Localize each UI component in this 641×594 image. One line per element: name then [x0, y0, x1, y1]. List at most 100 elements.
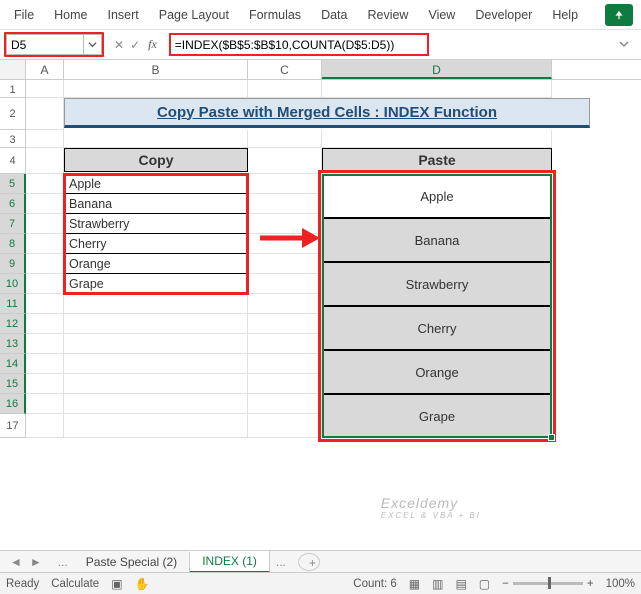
row-header[interactable]: 5: [0, 174, 26, 194]
cell[interactable]: [248, 254, 322, 274]
menu-help[interactable]: Help: [542, 2, 588, 28]
row-header[interactable]: 1: [0, 80, 26, 98]
tab-prev-icon[interactable]: ◄: [10, 555, 22, 569]
paste-header-cell[interactable]: Paste: [322, 148, 552, 172]
formula-bar-expand[interactable]: [611, 38, 637, 52]
menu-page-layout[interactable]: Page Layout: [149, 2, 239, 28]
cell[interactable]: [26, 354, 64, 374]
paste-cell[interactable]: Cherry: [322, 306, 552, 350]
page-layout-view-icon[interactable]: ▤: [455, 577, 466, 591]
cell[interactable]: [248, 294, 322, 314]
cell[interactable]: [26, 314, 64, 334]
row-header[interactable]: 12: [0, 314, 26, 334]
menu-file[interactable]: File: [4, 2, 44, 28]
cell[interactable]: [64, 80, 248, 98]
cell[interactable]: [64, 130, 248, 148]
cell[interactable]: [248, 334, 322, 354]
share-button[interactable]: [605, 4, 633, 26]
row-header[interactable]: 4: [0, 148, 26, 174]
cell[interactable]: [248, 354, 322, 374]
new-sheet-button[interactable]: +: [298, 553, 320, 571]
enter-icon[interactable]: ✓: [130, 38, 140, 52]
cell[interactable]: [26, 254, 64, 274]
cell[interactable]: [26, 98, 64, 130]
cell[interactable]: [248, 148, 322, 174]
title-cell[interactable]: Copy Paste with Merged Cells : INDEX Fun…: [64, 98, 590, 128]
menu-home[interactable]: Home: [44, 2, 97, 28]
paste-cell[interactable]: Banana: [322, 218, 552, 262]
cell[interactable]: [26, 194, 64, 214]
display-settings-icon[interactable]: ▦: [409, 577, 420, 591]
select-all-corner[interactable]: [0, 60, 26, 79]
tab-more-right[interactable]: ...: [270, 552, 292, 572]
cell[interactable]: [248, 414, 322, 438]
row-header[interactable]: 15: [0, 374, 26, 394]
col-header-c[interactable]: C: [248, 60, 322, 79]
row-header[interactable]: 9: [0, 254, 26, 274]
cell[interactable]: [248, 80, 322, 98]
cell[interactable]: [26, 274, 64, 294]
copy-cell[interactable]: Cherry: [64, 234, 248, 254]
row-header[interactable]: 2: [0, 98, 26, 130]
cancel-icon[interactable]: ✕: [114, 38, 124, 52]
menu-review[interactable]: Review: [357, 2, 418, 28]
cell[interactable]: [26, 234, 64, 254]
cell[interactable]: [248, 130, 322, 148]
paste-cell[interactable]: Grape: [322, 394, 552, 438]
zoom-level[interactable]: 100%: [606, 578, 635, 590]
row-header[interactable]: 10: [0, 274, 26, 294]
paste-cell[interactable]: Apple: [322, 174, 552, 218]
cell[interactable]: [26, 130, 64, 148]
cell[interactable]: [26, 148, 64, 174]
selection-fill-handle[interactable]: [548, 434, 555, 441]
cell[interactable]: [248, 314, 322, 334]
cell[interactable]: [26, 414, 64, 438]
menu-data[interactable]: Data: [311, 2, 357, 28]
copy-cell[interactable]: Orange: [64, 254, 248, 274]
cell[interactable]: [248, 374, 322, 394]
row-header[interactable]: 17: [0, 414, 26, 438]
copy-cell[interactable]: Banana: [64, 194, 248, 214]
cell[interactable]: [26, 394, 64, 414]
tab-next-icon[interactable]: ►: [30, 555, 42, 569]
menu-insert[interactable]: Insert: [98, 2, 149, 28]
paste-cell[interactable]: Strawberry: [322, 262, 552, 306]
fx-icon[interactable]: fx: [146, 37, 159, 52]
row-header[interactable]: 13: [0, 334, 26, 354]
copy-header-cell[interactable]: Copy: [64, 148, 248, 172]
cell[interactable]: [248, 194, 322, 214]
macro-record-icon[interactable]: ▣: [111, 577, 122, 591]
name-box-dropdown[interactable]: [84, 34, 102, 55]
paste-cell[interactable]: Orange: [322, 350, 552, 394]
cell[interactable]: [64, 354, 248, 374]
row-header[interactable]: 6: [0, 194, 26, 214]
cell[interactable]: [26, 174, 64, 194]
copy-cell[interactable]: Apple: [64, 174, 248, 194]
tab-more-left[interactable]: ...: [52, 552, 74, 572]
tab-index[interactable]: INDEX (1): [190, 551, 270, 573]
page-break-view-icon[interactable]: ▢: [479, 577, 490, 591]
row-header[interactable]: 8: [0, 234, 26, 254]
cell[interactable]: [64, 294, 248, 314]
col-header-b[interactable]: B: [64, 60, 248, 79]
row-header[interactable]: 16: [0, 394, 26, 414]
cell[interactable]: [26, 214, 64, 234]
zoom-in-icon[interactable]: +: [587, 578, 594, 590]
row-header[interactable]: 3: [0, 130, 26, 148]
menu-view[interactable]: View: [418, 2, 465, 28]
tab-paste-special[interactable]: Paste Special (2): [74, 552, 190, 572]
name-box[interactable]: [6, 34, 84, 55]
cell[interactable]: [64, 314, 248, 334]
cell[interactable]: [64, 374, 248, 394]
copy-cell[interactable]: Strawberry: [64, 214, 248, 234]
formula-input[interactable]: [169, 33, 429, 56]
zoom-out-icon[interactable]: −: [502, 578, 509, 590]
cell[interactable]: [26, 374, 64, 394]
zoom-slider[interactable]: − +: [502, 578, 593, 590]
col-header-d[interactable]: D: [322, 60, 552, 79]
menu-formulas[interactable]: Formulas: [239, 2, 311, 28]
cell[interactable]: [248, 274, 322, 294]
cell[interactable]: [322, 130, 552, 148]
cell[interactable]: [26, 334, 64, 354]
cell[interactable]: [64, 394, 248, 414]
